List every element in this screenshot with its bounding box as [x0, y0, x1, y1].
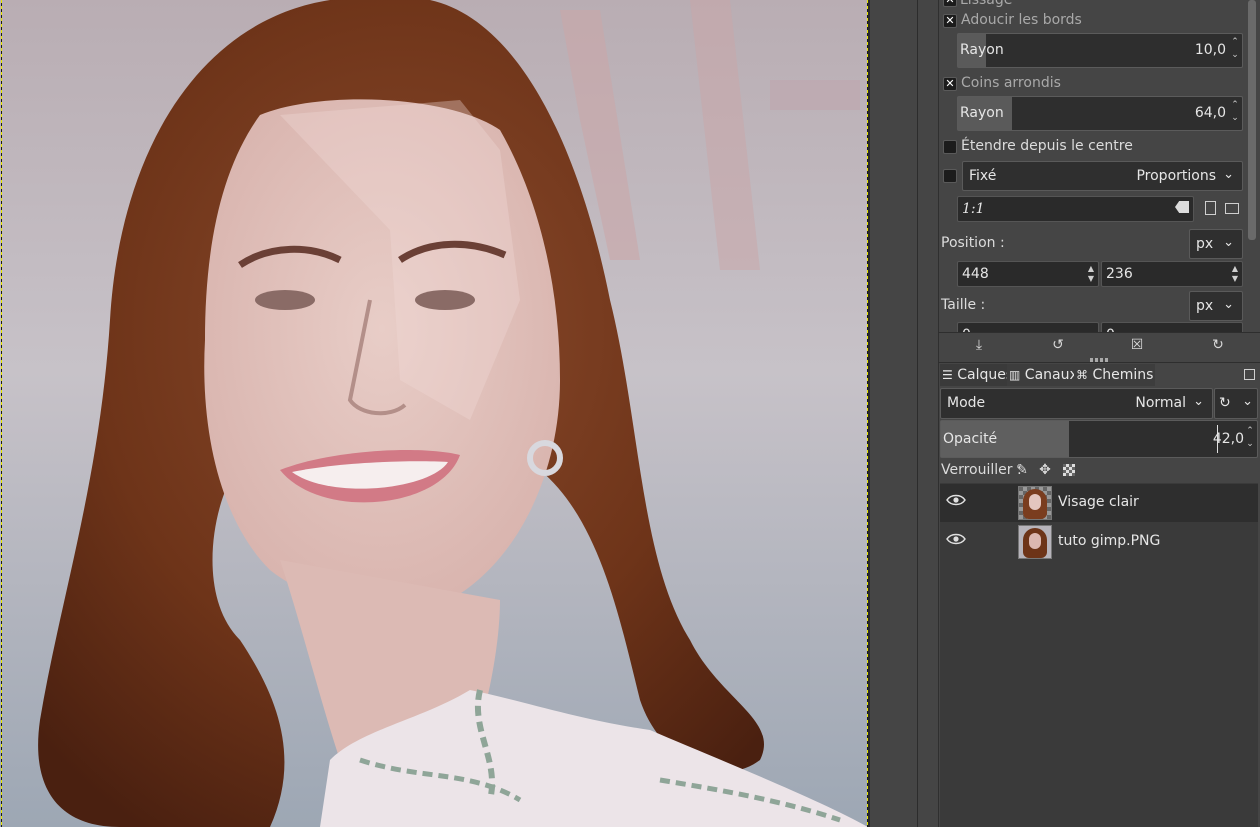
- chevron-down-icon: ⌄: [1223, 297, 1234, 312]
- position-label: Position :: [941, 235, 1005, 251]
- feather-radius-arrows[interactable]: ⌃ ⌄: [1230, 36, 1240, 62]
- tab-layers[interactable]: ☰ Calques: [940, 364, 1016, 386]
- layer-row[interactable]: Visage clair: [940, 484, 1258, 522]
- layer-thumbnail: [1018, 486, 1052, 520]
- lock-position-icon[interactable]: ✥: [1033, 459, 1057, 481]
- selection-guide-left: [1, 0, 2, 827]
- lock-alpha-icon[interactable]: [1057, 459, 1081, 481]
- feather-radius-label: Rayon: [960, 42, 1004, 58]
- size-unit-combo[interactable]: px ⌄: [1189, 291, 1243, 321]
- tool-options-scrollbar[interactable]: [1248, 0, 1256, 240]
- chevron-down-icon: ⌄: [1242, 394, 1253, 409]
- layer-name[interactable]: Visage clair: [1058, 494, 1139, 510]
- feather-radius-spinner[interactable]: Rayon 10,0 ⌃ ⌄: [957, 33, 1243, 68]
- chevron-down-icon: ⌄: [1193, 394, 1204, 409]
- channels-icon: ▥: [1009, 368, 1021, 382]
- delete-preset-icon[interactable]: ☒: [1125, 334, 1149, 356]
- position-y-value: 236: [1106, 266, 1133, 282]
- save-preset-icon[interactable]: ⤓: [967, 334, 991, 356]
- composite-mode-icon: ↻: [1219, 395, 1231, 411]
- position-y-arrows[interactable]: ▲ ▼: [1232, 264, 1238, 284]
- ratio-value: 1:1: [962, 201, 985, 217]
- landscape-icon[interactable]: [1220, 197, 1244, 219]
- position-x-input[interactable]: 448 ▲ ▼: [957, 261, 1099, 287]
- reset-icon[interactable]: ↻: [1206, 334, 1230, 356]
- panel-divider: [938, 362, 1260, 363]
- position-unit-combo[interactable]: px ⌄: [1189, 229, 1243, 259]
- layer-mode-combo[interactable]: Mode Normal ⌄: [940, 388, 1213, 419]
- corner-radius-label: Rayon: [960, 105, 1004, 121]
- section-label-lissage: Lissage: [960, 0, 1013, 8]
- clear-entry-icon[interactable]: [1175, 201, 1189, 213]
- corner-radius-arrows[interactable]: ⌃ ⌄: [1230, 99, 1240, 125]
- layer-row[interactable]: tuto gimp.PNG: [940, 523, 1258, 561]
- opacity-value: 42,0: [1212, 431, 1244, 447]
- panel-menu-icon[interactable]: [1240, 364, 1258, 386]
- layers-icon: ☰: [942, 368, 953, 382]
- lock-pixels-icon[interactable]: ✎: [1010, 459, 1034, 481]
- position-y-input[interactable]: 236 ▲ ▼: [1101, 261, 1243, 287]
- size-unit-value: px: [1196, 298, 1214, 314]
- corner-radius-spinner[interactable]: Rayon 64,0 ⌃ ⌄: [957, 96, 1243, 131]
- position-x-arrows[interactable]: ▲ ▼: [1088, 264, 1094, 284]
- size-label: Taille :: [941, 297, 986, 313]
- selection-guide-right: [867, 0, 868, 827]
- canvas-photo[interactable]: [0, 0, 868, 827]
- opacity-spinner[interactable]: Opacité 42,0 ⌃ ⌄: [940, 420, 1258, 458]
- feather-radius-value: 10,0: [1194, 42, 1226, 58]
- fixed-mode-combo[interactable]: Fixé Proportions ⌄: [962, 161, 1243, 191]
- fixed-label: Fixé: [969, 168, 997, 184]
- layer-mode-value: Normal: [1135, 395, 1186, 411]
- fixed-mode-value: Proportions: [1136, 168, 1216, 184]
- portrait-icon[interactable]: [1198, 197, 1222, 219]
- dock-gutter: [870, 0, 938, 827]
- restore-preset-icon[interactable]: ↺: [1046, 334, 1070, 356]
- chevron-down-icon: ⌄: [1223, 235, 1234, 250]
- feather-edges-label: Adoucir les bords: [961, 12, 1082, 28]
- layer-thumbnail: [1018, 525, 1052, 559]
- paths-icon: ⌘: [1076, 368, 1088, 382]
- feather-edges-checkbox[interactable]: ✕: [943, 14, 957, 28]
- opacity-label: Opacité: [943, 431, 998, 447]
- chevron-down-icon: ⌄: [1223, 167, 1234, 182]
- tab-paths-label: Chemins: [1092, 367, 1154, 383]
- tab-paths[interactable]: ⌘ Chemins: [1074, 364, 1156, 386]
- corner-radius-value: 64,0: [1194, 105, 1226, 121]
- position-unit-value: px: [1196, 236, 1214, 252]
- fixed-checkbox[interactable]: [943, 169, 957, 183]
- size-w-input[interactable]: 0: [957, 322, 1099, 332]
- tab-layers-label: Calques: [957, 367, 1014, 383]
- tab-channels-label: Canaux: [1024, 367, 1078, 383]
- ratio-entry[interactable]: 1:1: [957, 196, 1194, 222]
- layer-name[interactable]: tuto gimp.PNG: [1058, 533, 1160, 549]
- layer-mode-label: Mode: [947, 395, 986, 411]
- opacity-arrows[interactable]: ⌃ ⌄: [1245, 425, 1255, 451]
- tool-options-divider: [938, 332, 1260, 333]
- rounded-corners-checkbox[interactable]: ✕: [943, 77, 957, 91]
- background-sign: [770, 80, 860, 110]
- photo-eye-right: [415, 290, 475, 310]
- expand-center-checkbox[interactable]: [943, 140, 957, 154]
- visibility-eye-icon[interactable]: [946, 532, 966, 546]
- tab-channels[interactable]: ▥ Canaux: [1007, 364, 1080, 386]
- position-x-value: 448: [962, 266, 989, 282]
- dock-separator: [917, 0, 918, 827]
- composite-mode-combo[interactable]: ↻ ⌄: [1214, 388, 1258, 419]
- image-canvas[interactable]: [0, 0, 870, 827]
- photo-eye-left: [255, 290, 315, 310]
- rounded-corners-label: Coins arrondis: [961, 75, 1061, 91]
- visibility-eye-icon[interactable]: [946, 493, 966, 507]
- section-checkbox[interactable]: ✕: [943, 0, 957, 7]
- size-h-input[interactable]: 0: [1101, 322, 1243, 332]
- expand-center-label: Étendre depuis le centre: [961, 138, 1133, 154]
